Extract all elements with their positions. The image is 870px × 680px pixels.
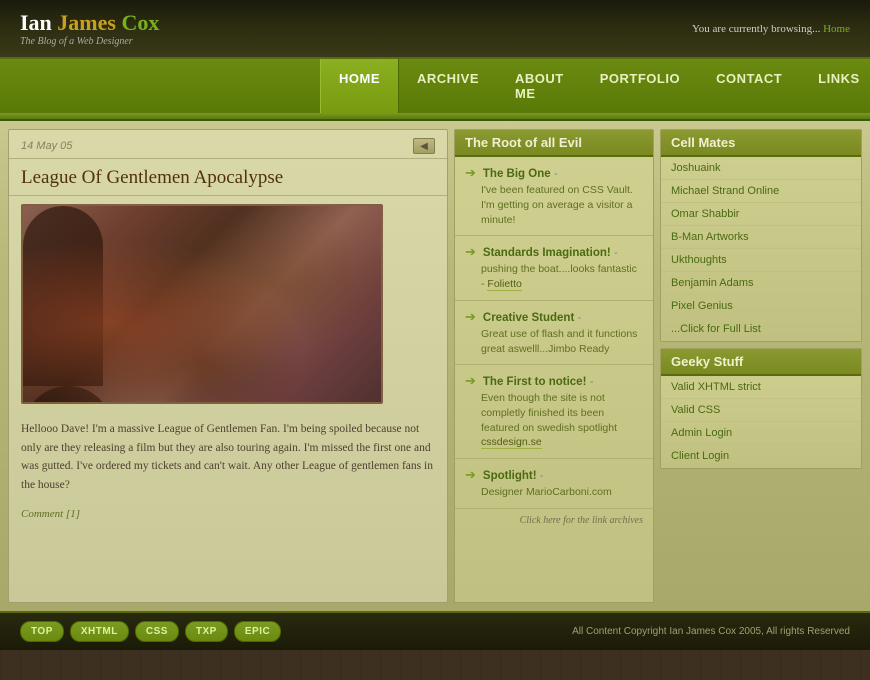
nav-item-about[interactable]: ABOUT ME	[497, 59, 582, 113]
post-header: 14 May 05 ◀	[9, 130, 447, 159]
name-ian: Ian	[20, 10, 52, 35]
sidebar-link-bman[interactable]: B-Man Artworks	[661, 226, 861, 249]
sidebar-link-benjamin[interactable]: Benjamin Adams	[661, 272, 861, 295]
prev-post-button[interactable]: ◀	[413, 138, 435, 154]
sidebar-link-valid-css[interactable]: Valid CSS	[661, 399, 861, 422]
decorative-bar	[0, 113, 870, 121]
footer-xhtml-button[interactable]: XHTML	[70, 621, 129, 642]
post-image	[21, 204, 383, 404]
footer-top-button[interactable]: TOP	[20, 621, 64, 642]
sidebar-link-michael[interactable]: Michael Strand Online	[661, 180, 861, 203]
footer-txp-button[interactable]: TXP	[185, 621, 228, 642]
sidebar-link-omar[interactable]: Omar Shabbir	[661, 203, 861, 226]
link-desc-3: Great use of flash and it functions grea…	[465, 327, 643, 356]
nav-item-contact[interactable]: CONTACT	[698, 59, 800, 113]
site-header: Ian James Cox The Blog of a Web Designer…	[0, 0, 870, 59]
link-desc-5: Designer MarioCarboni.com	[465, 485, 643, 500]
link-title-3: ➔ Creative Student -	[465, 309, 643, 325]
post-comment: Comment [1]	[9, 502, 447, 532]
post-date: 14 May 05	[21, 140, 72, 152]
link-desc-2: pushing the boat....looks fantastic - Fo…	[465, 262, 643, 291]
nav-item-home[interactable]: HOME	[320, 59, 399, 113]
link-title-text-2[interactable]: Standards Imagination! -	[483, 247, 618, 259]
link-item-2: ➔ Standards Imagination! - pushing the b…	[455, 236, 653, 300]
link-item-1: ➔ The Big One - I've been featured on CS…	[455, 157, 653, 236]
footer-links: TOP XHTML CSS TXP EPIC	[20, 621, 281, 642]
link-title-text-4[interactable]: The First to notice! -	[483, 376, 594, 388]
link-title-2: ➔ Standards Imagination! -	[465, 244, 643, 260]
nav-item-links[interactable]: LINKS	[800, 59, 870, 113]
arrow-icon-5: ➔	[465, 467, 476, 482]
site-name: Ian James Cox	[20, 10, 159, 36]
link-title-5: ➔ Spotlight! -	[465, 467, 643, 483]
figure-2	[23, 386, 113, 404]
post-nav-arrows: ◀	[413, 138, 435, 154]
link-archives-link[interactable]: Click here for the link archives	[455, 509, 653, 532]
sidebar-link-ukthoughts[interactable]: Ukthoughts	[661, 249, 861, 272]
link-item-3: ➔ Creative Student - Great use of flash …	[455, 301, 653, 365]
sidebar-link-pixel[interactable]: Pixel Genius	[661, 295, 861, 318]
site-footer: TOP XHTML CSS TXP EPIC All Content Copyr…	[0, 611, 870, 650]
browsing-status: You are currently browsing... Home	[692, 23, 850, 35]
cell-mates-section: Cell Mates Joshuaink Michael Strand Onli…	[660, 129, 862, 342]
footer-css-button[interactable]: CSS	[135, 621, 179, 642]
cell-mates-header: Cell Mates	[661, 130, 861, 157]
link-title-4: ➔ The First to notice! -	[465, 373, 643, 389]
sidebar-link-admin-login[interactable]: Admin Login	[661, 422, 861, 445]
folietto-link[interactable]: Folietto	[487, 278, 521, 291]
browsing-label: You are currently browsing...	[692, 23, 820, 35]
comment-link[interactable]: Comment [1]	[21, 508, 80, 520]
arrow-icon-1: ➔	[465, 165, 476, 180]
copyright-text: All Content Copyright Ian James Cox 2005…	[572, 626, 850, 637]
post-title: League Of Gentlemen Apocalypse	[9, 159, 447, 196]
link-title-1: ➔ The Big One -	[465, 165, 643, 181]
root-of-evil-header: The Root of all Evil	[455, 130, 653, 157]
site-tagline: The Blog of a Web Designer	[20, 36, 159, 47]
sidebar-link-client-login[interactable]: Client Login	[661, 445, 861, 468]
sidebar-link-full-list[interactable]: ...Click for Full List	[661, 318, 861, 341]
links-column: The Root of all Evil ➔ The Big One - I'v…	[454, 129, 654, 603]
sidebar-link-valid-xhtml[interactable]: Valid XHTML strict	[661, 376, 861, 399]
cssdesign-link[interactable]: cssdesign.se	[481, 436, 542, 449]
name-cox: Cox	[121, 10, 159, 35]
link-item-4: ➔ The First to notice! - Even though the…	[455, 365, 653, 459]
sidebar-link-joshuaink[interactable]: Joshuaink	[661, 157, 861, 180]
geeky-stuff-header: Geeky Stuff	[661, 349, 861, 376]
figure-1	[23, 206, 103, 386]
main-nav: HOME ARCHIVE ABOUT ME PORTFOLIO CONTACT …	[0, 59, 870, 113]
name-james: James	[57, 10, 116, 35]
arrow-icon-4: ➔	[465, 373, 476, 388]
link-title-text-1[interactable]: The Big One -	[483, 168, 558, 180]
link-title-text-3[interactable]: Creative Student -	[483, 312, 581, 324]
site-title-area: Ian James Cox The Blog of a Web Designer	[20, 10, 159, 47]
link-desc-1: I've been featured on CSS Vault. I'm get…	[465, 183, 643, 227]
browsing-home-link[interactable]: Home	[823, 23, 850, 35]
link-desc-4: Even though the site is not completly fi…	[465, 391, 643, 450]
content-wrapper: 14 May 05 ◀ League Of Gentlemen Apocalyp…	[0, 121, 870, 611]
arrow-icon-3: ➔	[465, 309, 476, 324]
nav-item-archive[interactable]: ARCHIVE	[399, 59, 497, 113]
link-item-5: ➔ Spotlight! - Designer MarioCarboni.com	[455, 459, 653, 509]
arrow-icon-2: ➔	[465, 244, 476, 259]
right-sidebar: Cell Mates Joshuaink Michael Strand Onli…	[660, 129, 862, 603]
footer-epic-button[interactable]: EPIC	[234, 621, 281, 642]
post-body: Hellooo Dave! I'm a massive League of Ge…	[9, 412, 447, 502]
link-title-text-5[interactable]: Spotlight! -	[483, 470, 544, 482]
nav-item-portfolio[interactable]: PORTFOLIO	[582, 59, 698, 113]
main-post-column: 14 May 05 ◀ League Of Gentlemen Apocalyp…	[8, 129, 448, 603]
geeky-stuff-section: Geeky Stuff Valid XHTML strict Valid CSS…	[660, 348, 862, 469]
